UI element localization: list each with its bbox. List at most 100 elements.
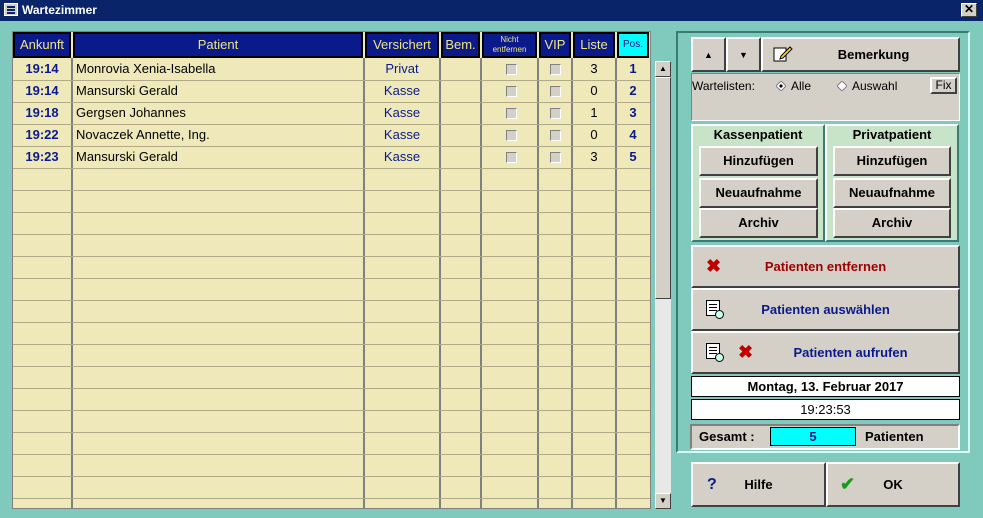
header-list[interactable]: Liste — [573, 32, 615, 58]
document-search-icon — [706, 300, 724, 319]
not-remove-checkbox[interactable] — [506, 86, 517, 97]
patient-name: Novaczek Annette, Ing. — [76, 127, 210, 142]
position-number: 2 — [629, 83, 637, 98]
kassen-add-button[interactable]: Hinzufügen — [699, 146, 818, 176]
arrival-time: 19:23 — [25, 149, 59, 164]
privat-add-button[interactable]: Hinzufügen — [833, 146, 951, 176]
list-number: 0 — [590, 83, 598, 98]
kassen-archive-button[interactable]: Archiv — [699, 208, 818, 238]
grid-scrollbar[interactable]: ▲ ▼ — [655, 61, 671, 509]
arrival-time: 19:22 — [25, 127, 59, 142]
radio-all[interactable] — [776, 81, 786, 91]
move-down-button[interactable]: ▼ — [726, 37, 761, 72]
question-icon: ? — [707, 476, 717, 493]
header-arrival[interactable]: Ankunft — [13, 32, 71, 58]
position-number: 4 — [629, 127, 637, 142]
arrival-time: 19:14 — [25, 61, 59, 76]
patient-name: Monrovia Xenia-Isabella — [76, 61, 216, 76]
header-not-remove-line2: entfernen — [492, 45, 527, 54]
privat-new-admission-button[interactable]: Neuaufnahme — [833, 178, 951, 208]
header-vip[interactable]: VIP — [539, 32, 571, 58]
insurance-type: Kasse — [383, 149, 421, 164]
header-insured[interactable]: Versichert — [365, 32, 439, 58]
privat-header: Privatpatient — [852, 127, 932, 142]
red-x-icon: ✖ — [738, 342, 754, 362]
grid-row-divider — [13, 410, 650, 411]
window-title: Wartezimmer — [22, 3, 97, 17]
grid-row-divider — [13, 212, 650, 213]
grid-row-divider — [13, 432, 650, 433]
radio-all-label: Alle — [791, 79, 812, 93]
vip-checkbox[interactable] — [550, 152, 561, 163]
arrival-time: 19:14 — [25, 83, 59, 98]
app-icon[interactable] — [4, 3, 18, 16]
remark-button[interactable]: Bemerkung — [761, 37, 960, 72]
header-not-remove-line1: Nicht — [500, 35, 519, 44]
vip-checkbox[interactable] — [550, 86, 561, 97]
pencil-note-icon — [773, 46, 793, 62]
grid-row-divider — [13, 476, 650, 477]
scroll-thumb[interactable] — [655, 77, 671, 299]
header-pos[interactable]: Pos. — [617, 32, 649, 58]
grid-column-divider — [480, 58, 482, 508]
grid-row-divider — [13, 498, 650, 499]
grid-row-divider — [13, 234, 650, 235]
insurance-type: Kasse — [383, 83, 421, 98]
not-remove-checkbox[interactable] — [506, 108, 517, 119]
not-remove-checkbox[interactable] — [506, 64, 517, 75]
waitlists-label: Wartelisten: — [692, 79, 755, 93]
red-x-icon: ✖ — [706, 256, 722, 276]
privat-archive-button[interactable]: Archiv — [833, 208, 951, 238]
arrow-up-icon: ▲ — [704, 50, 713, 60]
vip-checkbox[interactable] — [550, 108, 561, 119]
arrow-down-icon: ▼ — [739, 50, 748, 60]
kassen-header: Kassenpatient — [713, 127, 803, 142]
fix-button[interactable]: Fix — [930, 77, 957, 94]
position-number: 1 — [629, 61, 637, 76]
list-number: 3 — [590, 61, 598, 76]
scroll-up-button[interactable]: ▲ — [655, 61, 671, 77]
date-display: Montag, 13. Februar 2017 — [691, 376, 960, 397]
list-number: 0 — [590, 127, 598, 142]
vip-checkbox[interactable] — [550, 64, 561, 75]
not-remove-checkbox[interactable] — [506, 130, 517, 141]
header-remark[interactable]: Bem. — [441, 32, 480, 58]
grid-row-divider — [13, 278, 650, 279]
vip-checkbox[interactable] — [550, 130, 561, 141]
list-number: 3 — [590, 149, 598, 164]
title-bar: Wartezimmer ✕ — [0, 0, 983, 21]
move-up-button[interactable]: ▲ — [691, 37, 726, 72]
grid-column-divider — [537, 58, 539, 508]
close-button[interactable]: ✕ — [961, 3, 977, 17]
grid-row-divider — [13, 322, 650, 323]
select-patients-button[interactable]: Patienten auswählen — [691, 288, 960, 331]
call-patients-button[interactable]: ✖ Patienten aufrufen — [691, 331, 960, 374]
radio-selection[interactable] — [837, 81, 847, 91]
header-not-remove[interactable]: Nicht entfernen — [482, 32, 537, 58]
grid-row-divider — [13, 300, 650, 301]
arrival-time: 19:18 — [25, 105, 59, 120]
list-number: 1 — [590, 105, 598, 120]
radio-selection-label: Auswahl — [852, 79, 898, 93]
insurance-type: Kasse — [383, 105, 421, 120]
grid-row-divider — [13, 366, 650, 367]
grid-row-divider — [13, 256, 650, 257]
patient-grid: Ankunft Patient Versichert Bem. Nicht en… — [12, 31, 651, 509]
remove-patients-button[interactable]: ✖ Patienten entfernen — [691, 245, 960, 288]
time-display: 19:23:53 — [691, 399, 960, 420]
kassen-new-admission-button[interactable]: Neuaufnahme — [699, 178, 818, 208]
document-search-icon — [706, 343, 724, 362]
remark-label: Bemerkung — [837, 47, 910, 62]
patient-name: Mansurski Gerald — [76, 149, 178, 164]
scroll-down-button[interactable]: ▼ — [655, 493, 671, 509]
patient-name: Mansurski Gerald — [76, 83, 178, 98]
total-unit: Patienten — [865, 429, 924, 444]
position-number: 3 — [629, 105, 637, 120]
insurance-type: Kasse — [383, 127, 421, 142]
not-remove-checkbox[interactable] — [506, 152, 517, 163]
help-button[interactable]: ? Hilfe — [691, 462, 826, 507]
grid-row-divider — [13, 190, 650, 191]
remove-patients-label: Patienten entfernen — [764, 259, 887, 274]
header-patient[interactable]: Patient — [73, 32, 363, 58]
ok-button[interactable]: ✔ OK — [826, 462, 960, 507]
